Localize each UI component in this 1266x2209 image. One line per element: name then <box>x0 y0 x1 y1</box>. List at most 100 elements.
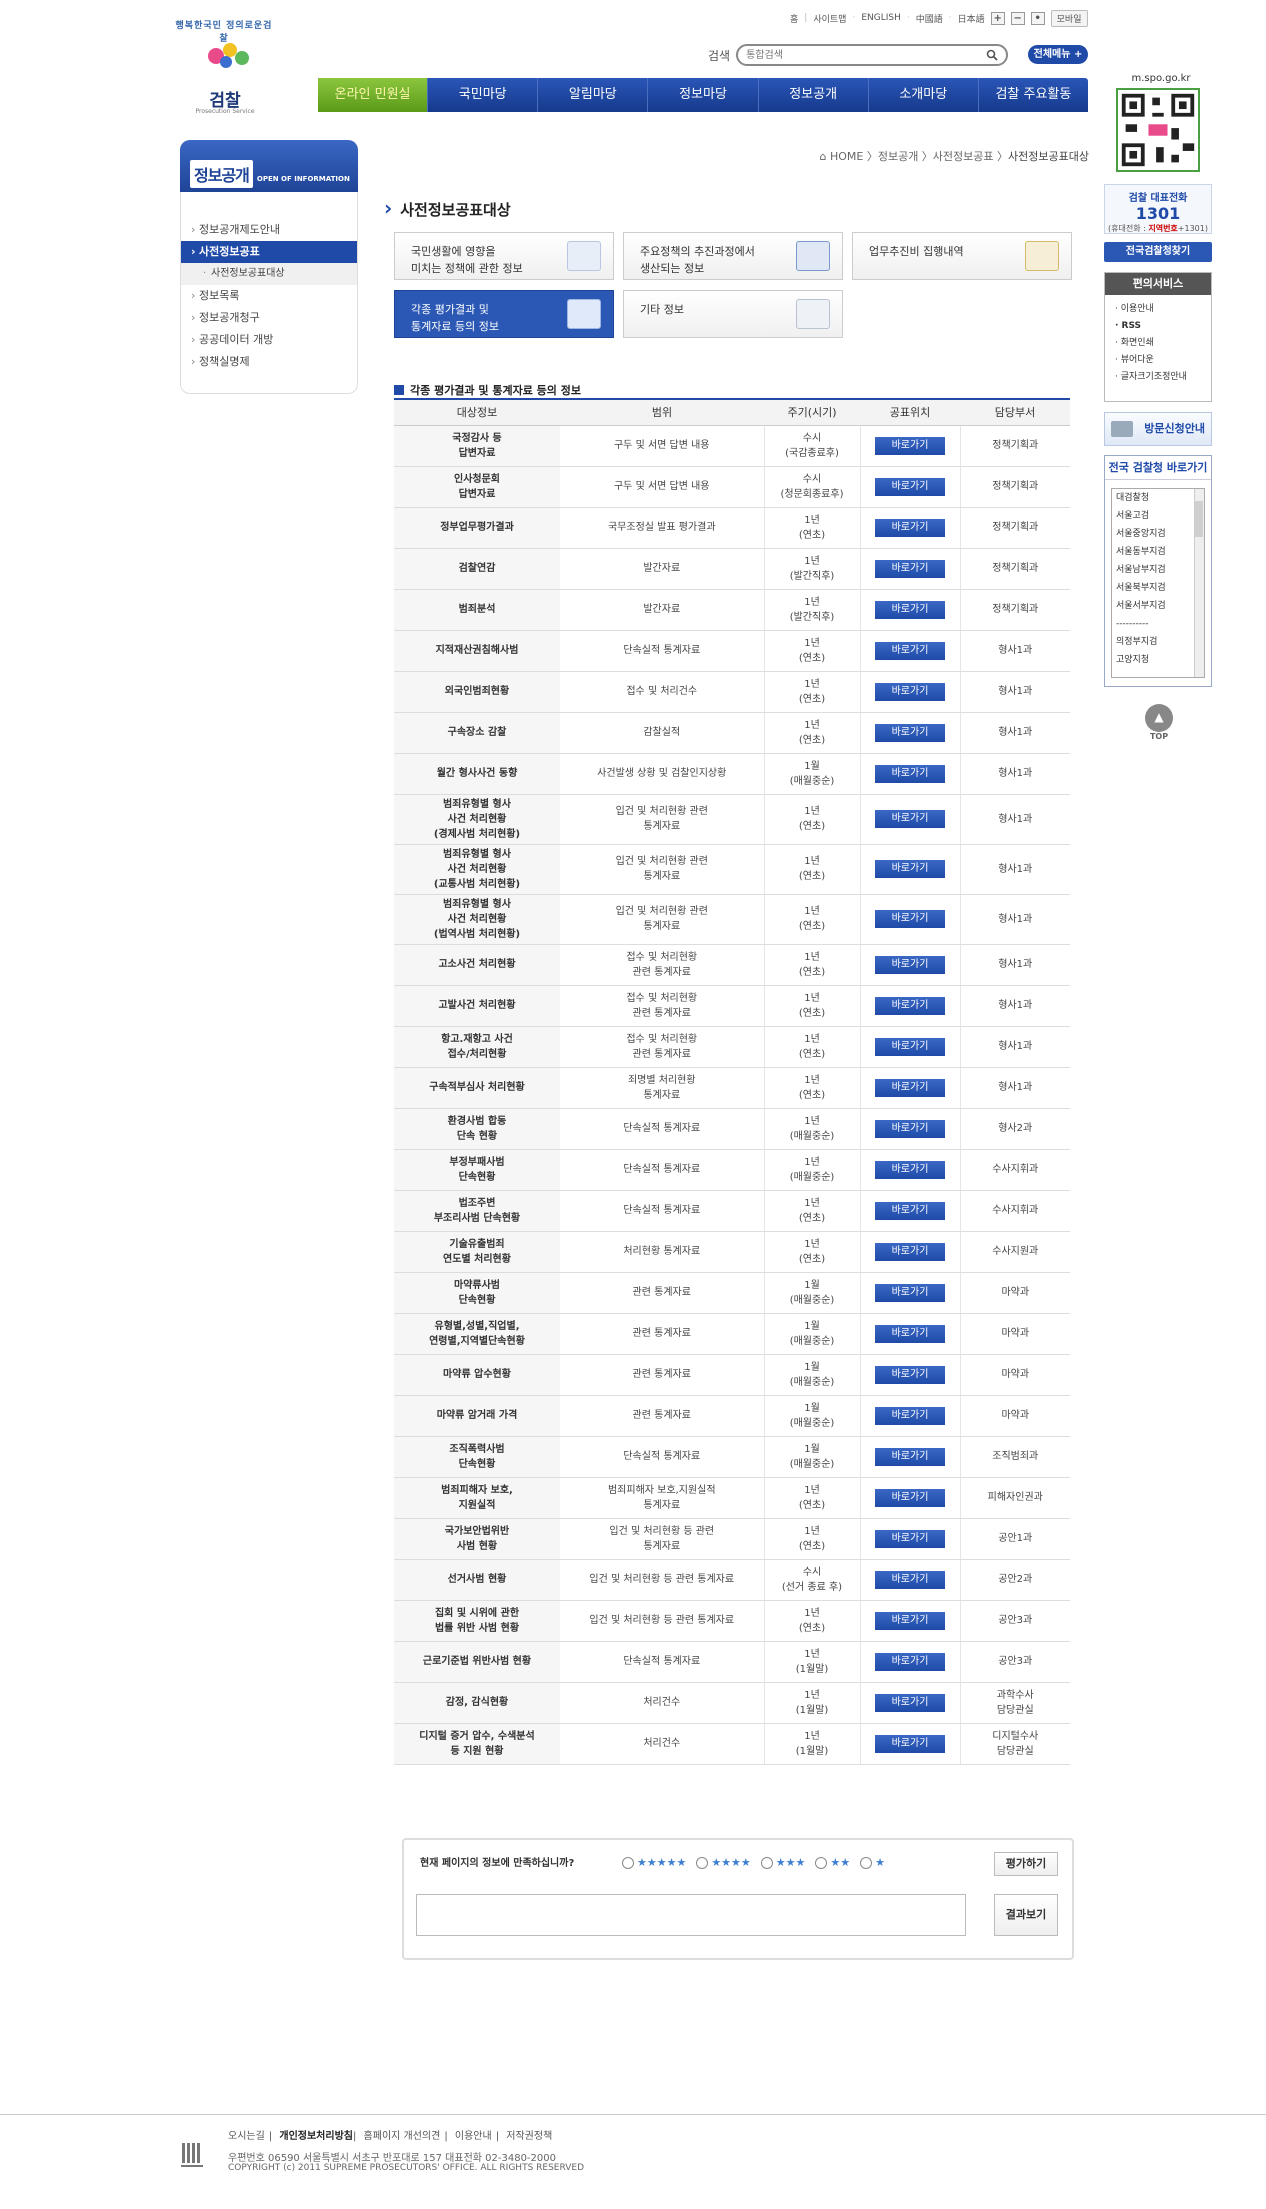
search-icon[interactable] <box>986 49 998 61</box>
rating-radio[interactable] <box>860 1856 873 1869</box>
lnb-subitem-targets[interactable]: 사전정보공표대상 <box>181 263 357 285</box>
print-link[interactable]: · 화면인쇄 <box>1115 335 1211 352</box>
go-button[interactable]: 바로가기 <box>875 955 945 974</box>
go-button[interactable]: 바로가기 <box>875 860 945 878</box>
category-policy-info[interactable]: 국민생활에 영향을 미치는 정책에 관한 정보 <box>394 232 614 280</box>
gnb-info[interactable]: 정보마당 <box>647 78 757 112</box>
national-office-list[interactable]: 대검찰청 서울고검 서울중앙지검 서울동부지검 서울남부지검 서울북부지검 서울… <box>1111 488 1205 678</box>
lnb-item-info-list[interactable]: 정보목록 <box>181 285 357 307</box>
footer-link-copyright-policy[interactable]: 저작권정책 <box>506 2131 552 2142</box>
go-button[interactable]: 바로가기 <box>875 996 945 1015</box>
go-button[interactable]: 바로가기 <box>875 1529 945 1548</box>
survey-comment-input[interactable] <box>416 1894 966 1936</box>
mobile-link[interactable]: 모바일 <box>1050 9 1088 27</box>
category-evaluation-stats[interactable]: 각종 평가결과 및 통계자료 등의 정보 <box>394 290 614 338</box>
rating-5[interactable]: ★★★★★ <box>622 1856 686 1869</box>
rating-3[interactable]: ★★★ <box>760 1856 805 1869</box>
font-reset-button[interactable]: • <box>1030 11 1045 25</box>
gnb-notice[interactable]: 알림마당 <box>537 78 647 112</box>
go-button[interactable]: 바로가기 <box>875 1119 945 1138</box>
rating-radio[interactable] <box>815 1856 828 1869</box>
office-item[interactable]: 서울중앙지검 <box>1112 525 1204 543</box>
go-button[interactable]: 바로가기 <box>875 1570 945 1589</box>
lnb-item-system-guide[interactable]: 정보공개제도안내 <box>181 219 357 241</box>
office-item[interactable]: 대검찰청 <box>1112 489 1204 507</box>
viewer-download-link[interactable]: · 뷰어다운 <box>1115 352 1211 369</box>
footer-link-privacy[interactable]: 개인정보처리방침 <box>279 2131 353 2142</box>
go-button[interactable]: 바로가기 <box>875 1734 945 1753</box>
go-button[interactable]: 바로가기 <box>875 1201 945 1220</box>
office-item[interactable]: 의정부지검 <box>1112 633 1204 651</box>
site-logo[interactable]: 행복한국민 정의로운검찰 검찰 Prosecution Service <box>170 18 280 115</box>
gnb-disclosure[interactable]: 정보공개 <box>757 78 868 112</box>
office-item[interactable]: 서울북부지검 <box>1112 579 1204 597</box>
go-button[interactable]: 바로가기 <box>875 1447 945 1466</box>
chinese-link[interactable]: 中國語 <box>916 12 943 25</box>
go-button[interactable]: 바로가기 <box>875 1324 945 1343</box>
office-item[interactable]: 고양지청 <box>1112 651 1204 669</box>
category-policy-process[interactable]: 주요정책의 추진과정에서 생산되는 정보 <box>623 232 843 280</box>
font-size-guide-link[interactable]: · 글자크기조정안내 <box>1115 369 1211 386</box>
footer-link-feedback[interactable]: 홈페이지 개선의견 <box>364 2131 441 2142</box>
go-button[interactable]: 바로가기 <box>875 1406 945 1425</box>
go-button[interactable]: 바로가기 <box>875 810 945 828</box>
go-button[interactable]: 바로가기 <box>875 436 945 455</box>
visit-request-button[interactable]: 방문신청안내 <box>1104 412 1212 446</box>
japanese-link[interactable]: 日本語 <box>958 12 985 25</box>
rating-radio[interactable] <box>622 1856 634 1869</box>
sitemap-link[interactable]: 사이트맵 <box>813 12 846 25</box>
go-button[interactable]: 바로가기 <box>875 1242 945 1261</box>
go-button[interactable]: 바로가기 <box>875 1078 945 1097</box>
rss-link[interactable]: · RSS <box>1115 318 1211 335</box>
go-button[interactable]: 바로가기 <box>875 1037 945 1056</box>
office-item[interactable]: 서울동부지검 <box>1112 543 1204 561</box>
all-menu-button[interactable]: 전체메뉴 + <box>1028 45 1088 64</box>
go-button[interactable]: 바로가기 <box>875 723 945 742</box>
go-button[interactable]: 바로가기 <box>875 559 945 578</box>
office-item[interactable]: 서울서부지검 <box>1112 597 1204 615</box>
go-button[interactable]: 바로가기 <box>875 1283 945 1302</box>
office-item[interactable]: 서울남부지검 <box>1112 561 1204 579</box>
go-button[interactable]: 바로가기 <box>875 1652 945 1671</box>
go-button[interactable]: 바로가기 <box>875 1488 945 1507</box>
lnb-item-open-data[interactable]: 공공데이터 개방 <box>181 329 357 351</box>
go-button[interactable]: 바로가기 <box>875 682 945 701</box>
lnb-item-request[interactable]: 정보공개청구 <box>181 307 357 329</box>
search-input[interactable] <box>746 46 977 64</box>
rating-radio[interactable] <box>760 1856 773 1869</box>
gnb-activities[interactable]: 검찰 주요활동 <box>977 78 1088 112</box>
go-button[interactable]: 바로가기 <box>875 1693 945 1712</box>
office-item[interactable]: 서울고검 <box>1112 507 1204 525</box>
home-link[interactable]: 홈 <box>790 12 798 25</box>
list-scrollbar[interactable] <box>1194 489 1204 677</box>
go-button[interactable]: 바로가기 <box>875 518 945 537</box>
result-button[interactable]: 결과보기 <box>994 1894 1058 1936</box>
footer-link-directions[interactable]: 오시는길 <box>228 2131 265 2142</box>
category-expense[interactable]: 업무추진비 집행내역 <box>852 232 1072 280</box>
go-button[interactable]: 바로가기 <box>875 641 945 660</box>
go-button[interactable]: 바로가기 <box>875 1160 945 1179</box>
gnb-intro[interactable]: 소개마당 <box>867 78 978 112</box>
lnb-item-policy-name[interactable]: 정책실명제 <box>181 351 357 373</box>
go-button[interactable]: 바로가기 <box>875 477 945 496</box>
go-button[interactable]: 바로가기 <box>875 764 945 783</box>
rating-4[interactable]: ★★★★ <box>696 1856 751 1869</box>
english-link[interactable]: ENGLISH <box>861 13 901 23</box>
rating-radio[interactable] <box>696 1856 709 1869</box>
scrollbar-thumb[interactable] <box>1195 501 1203 537</box>
go-button[interactable]: 바로가기 <box>875 600 945 619</box>
go-button[interactable]: 바로가기 <box>875 1611 945 1630</box>
go-button[interactable]: 바로가기 <box>875 1365 945 1384</box>
category-etc[interactable]: 기타 정보 <box>623 290 843 338</box>
font-plus-button[interactable]: + <box>990 11 1005 25</box>
rating-2[interactable]: ★★ <box>815 1856 850 1869</box>
usage-guide-link[interactable]: · 이용안내 <box>1115 301 1211 318</box>
gnb-people[interactable]: 국민마당 <box>427 78 537 112</box>
gnb-online-civil[interactable]: 온라인 민원실 <box>318 78 428 112</box>
evaluate-button[interactable]: 평가하기 <box>994 1852 1058 1876</box>
font-minus-button[interactable]: − <box>1010 11 1025 25</box>
top-button[interactable]: ▲ TOP <box>1144 704 1174 741</box>
find-prosecution-button[interactable]: 전국검찰청찾기 <box>1104 242 1212 262</box>
lnb-item-pre-disclosure[interactable]: 사전정보공표 <box>181 241 357 263</box>
go-button[interactable]: 바로가기 <box>875 910 945 928</box>
